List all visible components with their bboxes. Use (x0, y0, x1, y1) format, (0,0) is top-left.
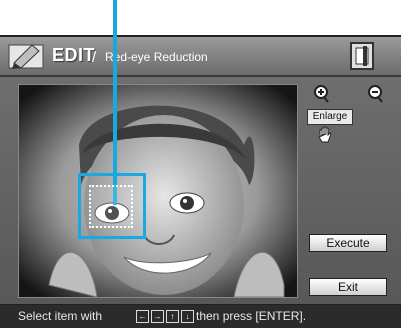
status-suffix: then press [ENTER]. (196, 309, 307, 323)
down-arrow-key-icon: ↓ (181, 310, 194, 323)
memory-card-icon (350, 42, 374, 70)
status-prefix: Select item with (18, 309, 103, 323)
up-arrow-key-icon: ↑ (166, 310, 179, 323)
page-title: EDIT (52, 45, 96, 65)
execute-button[interactable]: Execute (309, 234, 387, 252)
child-photo-image (19, 85, 297, 297)
hand-icon[interactable] (316, 125, 336, 145)
status-bar: Select item with ← → ↑ ↓ then press [ENTER]… (0, 305, 401, 328)
zoom-in-icon[interactable] (312, 84, 330, 104)
zoom-out-icon[interactable] (366, 84, 384, 104)
right-arrow-key-icon: → (151, 310, 164, 323)
photo-preview[interactable] (18, 84, 298, 298)
left-arrow-key-icon: ← (136, 310, 149, 323)
arrow-keys: ← → ↑ ↓ (136, 310, 196, 323)
page-subtitle: Red-eye Reduction (105, 50, 208, 64)
title-separator: / (92, 49, 97, 66)
enlarge-label: Enlarge (307, 109, 353, 125)
exit-button[interactable]: Exit (309, 278, 387, 296)
edit-pencil-icon (8, 44, 44, 69)
title-bar: EDIT / Red-eye Reduction (0, 37, 401, 77)
red-eye-target-frame[interactable] (89, 185, 133, 228)
